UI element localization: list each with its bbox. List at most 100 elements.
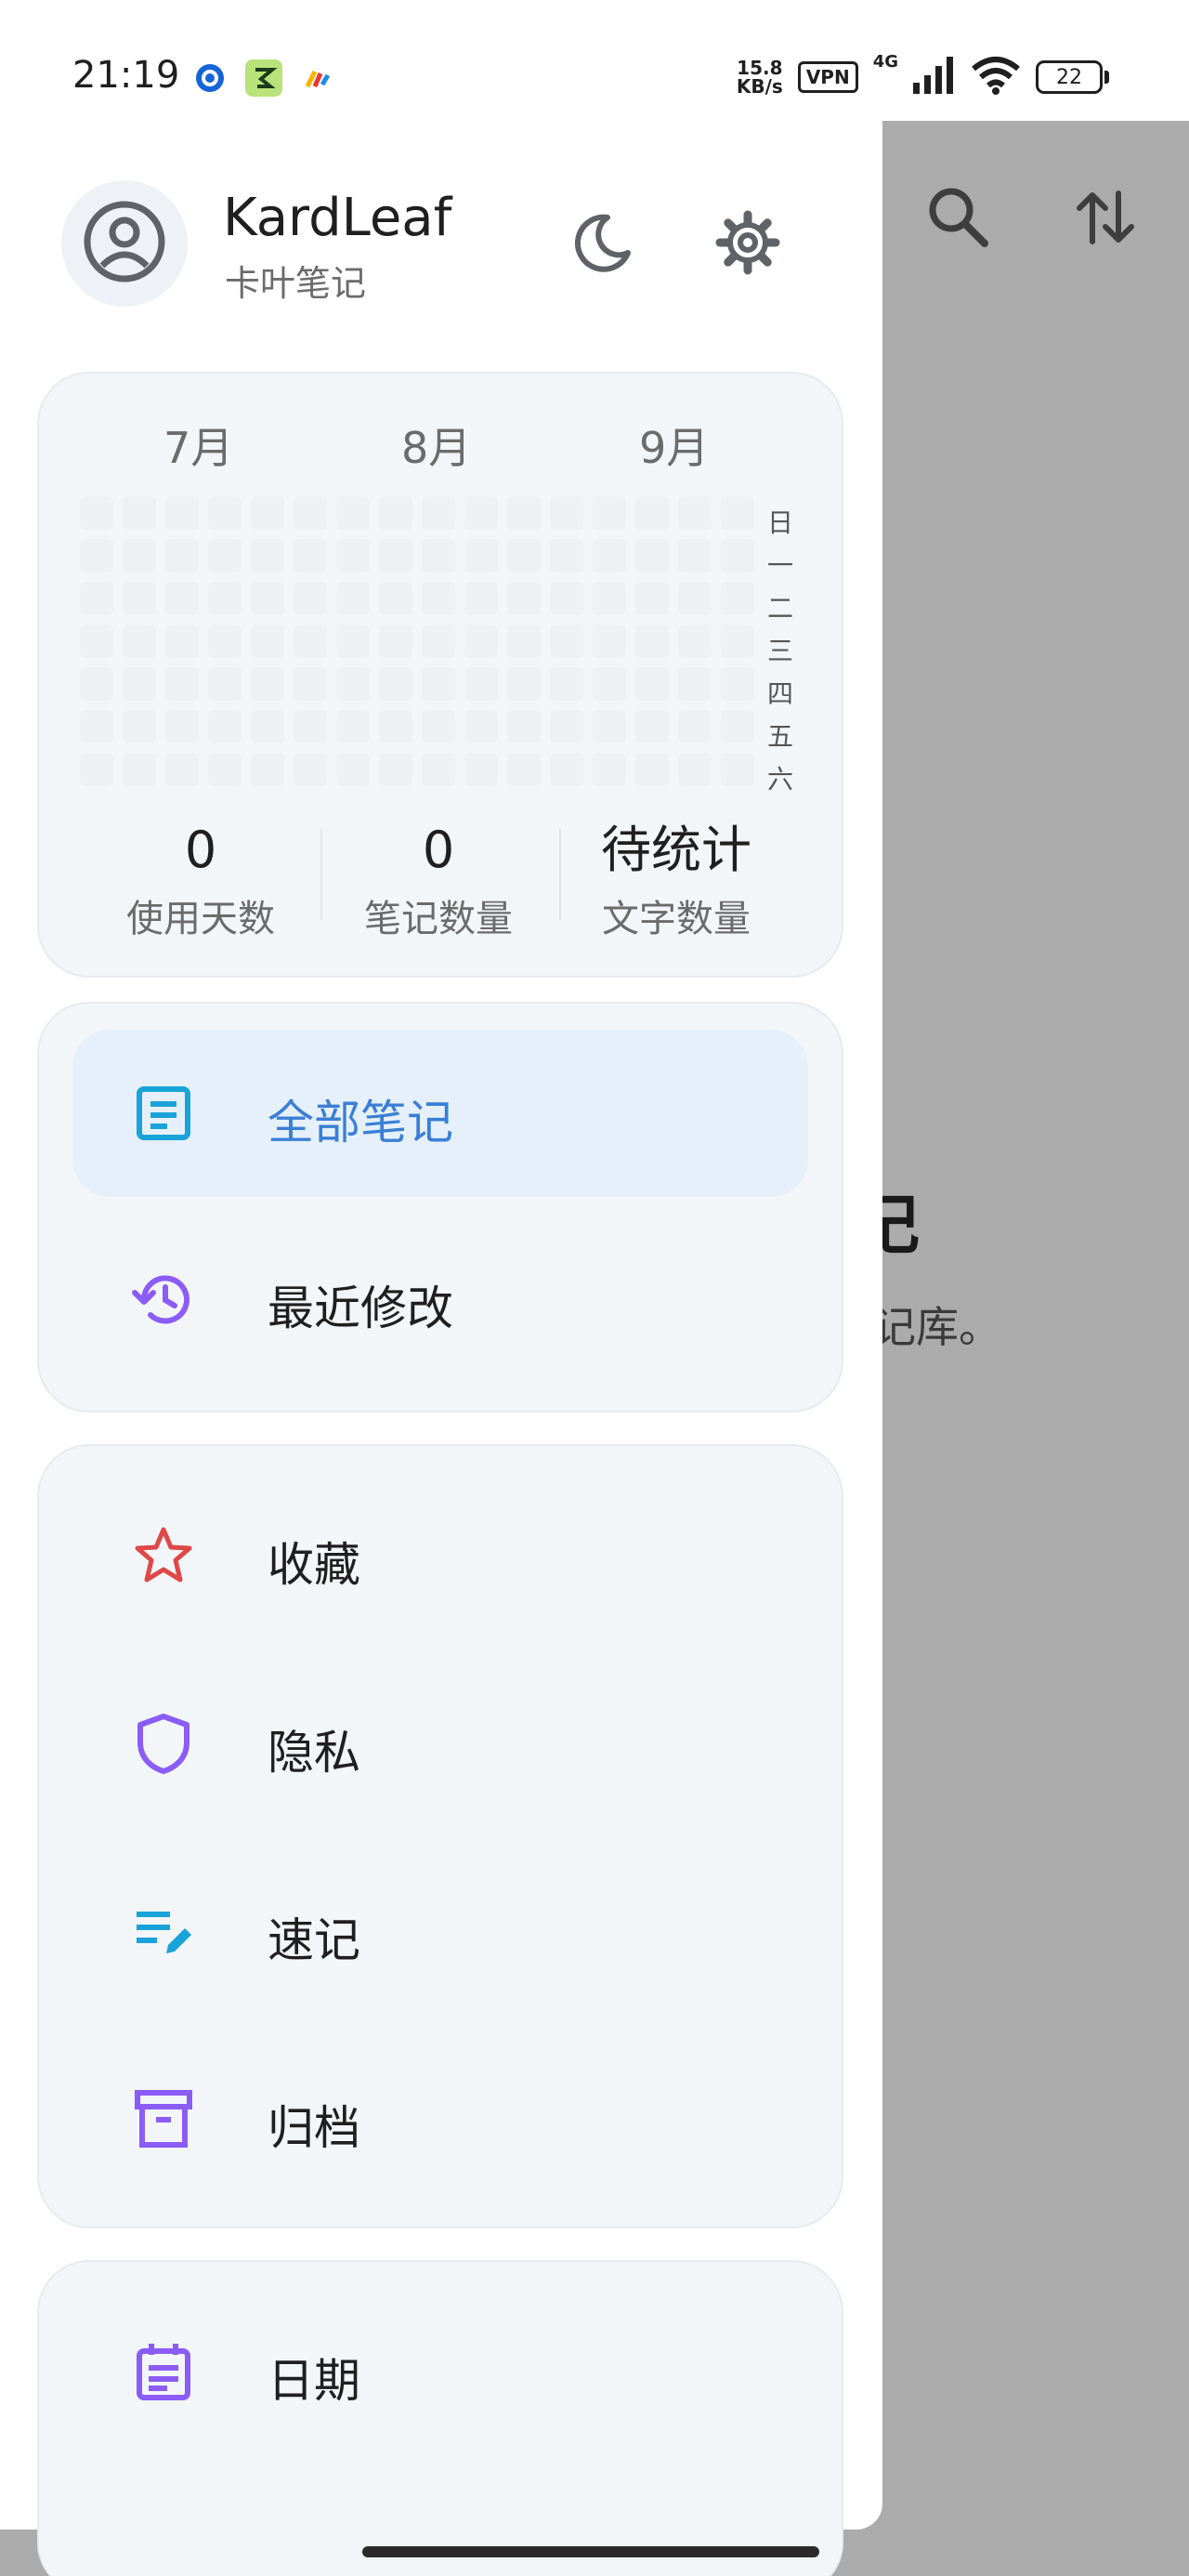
heatmap-column bbox=[635, 496, 669, 795]
heatmap-cell bbox=[208, 539, 242, 572]
heatmap-cell bbox=[294, 710, 327, 743]
heatmap-cell bbox=[678, 582, 712, 615]
nav-label: 最近修改 bbox=[268, 1281, 453, 1335]
heatmap-cell bbox=[464, 667, 498, 701]
heatmap-cell bbox=[550, 539, 583, 572]
heatmap-cell bbox=[123, 624, 156, 658]
nav-item-recently-modified[interactable]: 最近修改 bbox=[72, 1216, 808, 1383]
heatmap-cell bbox=[550, 753, 583, 786]
heatmap-cell bbox=[379, 667, 412, 701]
nav-label: 隐私 bbox=[268, 1726, 360, 1780]
home-indicator[interactable] bbox=[362, 2546, 819, 2557]
weekday-label: 一 bbox=[766, 550, 793, 581]
heatmap-cell bbox=[422, 582, 455, 615]
heatmap-cell bbox=[251, 496, 284, 530]
heatmap-cell bbox=[379, 582, 412, 615]
heatmap-cell bbox=[721, 624, 754, 658]
navigation-drawer: KardLeaf 卡叶笔记 7月 8月 9月 日 一 二 三 四 五 六 0 使… bbox=[0, 0, 882, 2576]
wifi-icon bbox=[971, 56, 1021, 99]
heatmap-cell bbox=[165, 753, 199, 786]
nav-item-archive[interactable]: 归档 bbox=[72, 2035, 808, 2202]
heatmap-cell bbox=[678, 710, 712, 743]
heatmap-cell bbox=[721, 539, 754, 572]
network-type: 4G bbox=[872, 52, 898, 72]
notification-app-icon-green bbox=[245, 59, 282, 97]
heatmap-cell bbox=[507, 539, 541, 572]
heatmap-cell bbox=[422, 710, 455, 743]
heatmap-cell bbox=[593, 710, 626, 743]
heatmap-cell bbox=[550, 624, 583, 658]
heatmap-cell bbox=[593, 539, 626, 572]
history-icon bbox=[130, 1266, 197, 1333]
dark-mode-button[interactable] bbox=[561, 203, 645, 286]
heatmap-cell bbox=[165, 667, 199, 701]
heatmap-cell bbox=[294, 582, 327, 615]
nav-item-quick-note[interactable]: 速记 bbox=[72, 1847, 808, 2015]
nav-item-all-notes[interactable]: 全部笔记 bbox=[72, 1030, 808, 1197]
heatmap-column bbox=[721, 496, 754, 795]
heatmap-weekdays: 日 一 二 三 四 五 六 bbox=[762, 502, 799, 801]
settings-button[interactable] bbox=[706, 203, 790, 286]
weekday-label: 五 bbox=[766, 721, 793, 752]
nav-label: 收藏 bbox=[268, 1538, 360, 1592]
heatmap-cell bbox=[336, 496, 370, 530]
heatmap-cell bbox=[721, 710, 754, 743]
net-speed-unit: KB/s bbox=[736, 75, 783, 98]
calendar-icon bbox=[130, 2338, 197, 2405]
heatmap-cell bbox=[336, 710, 370, 743]
heatmap-cell bbox=[464, 710, 498, 743]
heatmap-cell bbox=[678, 624, 712, 658]
heatmap-cell bbox=[80, 667, 113, 701]
nav-item-private[interactable]: 隐私 bbox=[72, 1660, 808, 1827]
heatmap-cell bbox=[80, 539, 113, 572]
heatmap-cell bbox=[678, 496, 712, 530]
heatmap-cell bbox=[635, 582, 669, 615]
heatmap-cell bbox=[251, 624, 284, 658]
heatmap-column bbox=[336, 496, 370, 795]
heatmap-cell bbox=[635, 710, 669, 743]
notes-icon bbox=[130, 1080, 197, 1147]
heatmap-column bbox=[422, 496, 455, 795]
sort-icon[interactable] bbox=[1070, 182, 1141, 256]
heatmap-column bbox=[208, 496, 242, 795]
heatmap-cell bbox=[550, 496, 583, 530]
heatmap-cell bbox=[336, 667, 370, 701]
heatmap-cell bbox=[721, 582, 754, 615]
heatmap-cell bbox=[464, 624, 498, 658]
nav-item-date[interactable]: 日期 bbox=[72, 2288, 808, 2455]
nav-item-favorites[interactable]: 收藏 bbox=[72, 1472, 808, 1639]
avatar[interactable] bbox=[61, 180, 188, 307]
star-icon bbox=[130, 1522, 197, 1589]
heatmap-cell bbox=[464, 539, 498, 572]
heatmap-cell bbox=[379, 539, 412, 572]
heatmap-column bbox=[251, 496, 284, 795]
heatmap-column bbox=[80, 496, 113, 795]
heatmap-cell bbox=[208, 753, 242, 786]
heatmap-column bbox=[123, 496, 156, 795]
weekday-label: 二 bbox=[766, 593, 793, 624]
heatmap-cell bbox=[507, 624, 541, 658]
heatmap-cell bbox=[208, 667, 242, 701]
heatmap-cell bbox=[422, 496, 455, 530]
heatmap-cell bbox=[422, 624, 455, 658]
heatmap-cell bbox=[507, 582, 541, 615]
heatmap-cell bbox=[507, 710, 541, 743]
heatmap-cell bbox=[593, 496, 626, 530]
month-label: 9月 bbox=[639, 423, 710, 473]
heatmap-cell bbox=[294, 496, 327, 530]
heatmap-cell bbox=[208, 582, 242, 615]
battery-level: 22 bbox=[1036, 60, 1103, 94]
heatmap-cell bbox=[336, 539, 370, 572]
month-label: 7月 bbox=[163, 423, 234, 473]
heatmap-column bbox=[550, 496, 583, 795]
user-avatar-icon bbox=[82, 199, 167, 288]
heatmap-cell bbox=[721, 753, 754, 786]
nav-label: 速记 bbox=[268, 1913, 360, 1967]
heatmap-cell bbox=[593, 667, 626, 701]
heatmap-cell bbox=[336, 582, 370, 615]
gear-icon bbox=[714, 209, 781, 280]
month-label: 8月 bbox=[401, 423, 472, 473]
heatmap-cell bbox=[507, 753, 541, 786]
search-icon[interactable] bbox=[923, 182, 994, 256]
heatmap-cell bbox=[165, 624, 199, 658]
